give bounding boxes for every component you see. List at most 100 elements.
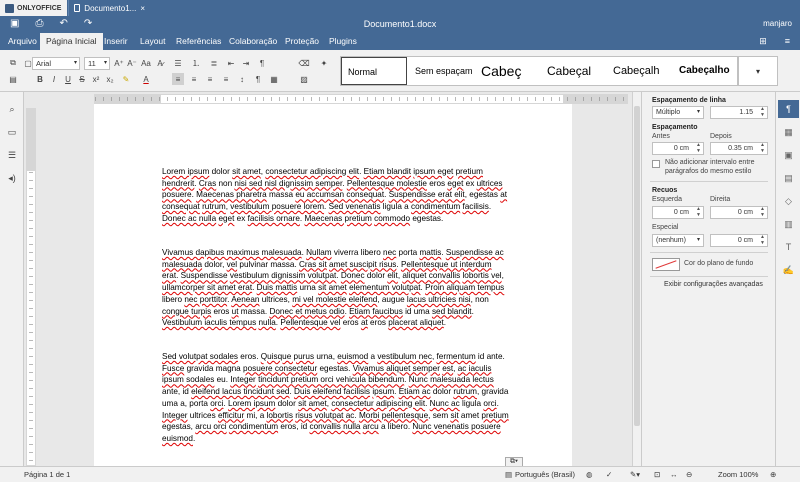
vertical-ruler[interactable]	[26, 108, 36, 466]
misspelled-word[interactable]: sit amet	[232, 167, 261, 176]
subscript-icon[interactable]: x₂	[104, 73, 116, 85]
tab-protecao[interactable]: Proteção	[285, 33, 319, 50]
style-heading-2[interactable]: Cabeçal	[541, 57, 607, 85]
misspelled-word[interactable]: Pellentesque molestie	[347, 179, 427, 188]
misspelled-word[interactable]: vel	[227, 260, 237, 269]
spinner-icon[interactable]: ▲ ▼	[760, 142, 765, 154]
misspelled-word[interactable]: nisi sed nisl dignissim semper	[234, 179, 342, 188]
navigation-icon[interactable]: ☰	[6, 150, 18, 162]
misspelled-word[interactable]: vestibulum dignissim volutpat	[230, 271, 337, 280]
misspelled-word[interactable]: eget	[218, 214, 234, 223]
italic-icon[interactable]: I	[48, 73, 60, 85]
strikethrough-icon[interactable]: S	[76, 73, 88, 85]
underline-icon[interactable]: U	[62, 73, 74, 85]
clear-style-icon[interactable]: A̷	[154, 57, 166, 69]
right-indent-input[interactable]: 0 cm ▲ ▼	[710, 206, 768, 219]
paste-options-button[interactable]: ⧉▾	[505, 457, 523, 466]
no-interval-checkbox[interactable]	[652, 160, 660, 168]
copy-style-icon[interactable]: ⌫	[298, 57, 310, 69]
font-size-select[interactable]: 11 ▾	[84, 57, 110, 70]
misspelled-word[interactable]: convallis nulla	[309, 422, 360, 431]
misspelled-word[interactable]: Aenean	[231, 295, 259, 304]
paragraph-3[interactable]: Sed volutpat sodales eros. Quisque purus…	[162, 351, 509, 445]
paragraph-settings-icon[interactable]: ¶	[778, 100, 799, 118]
misspelled-word[interactable]: Etiam ac	[399, 387, 431, 396]
misspelled-word[interactable]: ipsum eget	[413, 167, 453, 176]
misspelled-word[interactable]: Integer	[230, 375, 256, 384]
more-menu-icon[interactable]: ≡	[785, 36, 790, 47]
spinner-icon[interactable]: ▲ ▼	[760, 106, 765, 118]
table-settings-icon[interactable]: ▦	[782, 127, 795, 140]
misspelled-word[interactable]: condimentum	[229, 422, 278, 431]
misspelled-word[interactable]: aliquet convallis	[402, 271, 460, 280]
misspelled-word[interactable]: vestibulum posuere lorem	[230, 202, 324, 211]
feedback-icon[interactable]: ◂)	[6, 173, 18, 185]
chart-settings-icon[interactable]: ▥	[782, 219, 795, 232]
tab-layout[interactable]: Layout	[140, 33, 166, 50]
misspelled-word[interactable]: nec porttitor	[184, 295, 227, 304]
misspelled-word[interactable]: tincidunt pretium orci vehicula bibendum	[258, 375, 404, 384]
misspelled-word[interactable]: sit amet	[318, 283, 347, 292]
misspelled-word[interactable]: Vivamus dapibus maximus malesuada	[162, 248, 302, 257]
user-name[interactable]: manjaro	[763, 19, 792, 28]
misspelled-word[interactable]: Lorem ipsum	[162, 167, 209, 176]
misspelled-word[interactable]: risus volutpat ac	[295, 411, 354, 420]
misspelled-word[interactable]: Cras	[199, 179, 216, 188]
misspelled-word[interactable]: ullamcorper sit amet erat	[162, 283, 252, 292]
line-spacing-icon[interactable]: ↕	[236, 73, 248, 85]
misspelled-word[interactable]: ut	[232, 307, 239, 316]
paragraph-1[interactable]: Lorem ipsum dolor sit amet, consectetur …	[162, 166, 509, 225]
misspelled-word[interactable]: Morbi pellentesque	[359, 411, 428, 420]
misspelled-word[interactable]: Lorem ipsum	[228, 399, 275, 408]
header-footer-icon[interactable]: ▤	[782, 173, 795, 186]
tab-pagina-inicial[interactable]: Página Inicial	[40, 33, 103, 50]
nonprinting-characters-icon[interactable]: ¶	[256, 57, 268, 69]
misspelled-word[interactable]: lacus ultricies nisi	[407, 295, 471, 304]
misspelled-word[interactable]: arcu	[363, 422, 379, 431]
misspelled-word[interactable]: fermentum	[437, 352, 476, 361]
increase-font-icon[interactable]: A⁺	[113, 57, 125, 69]
advanced-settings-link[interactable]: Exibir configurações avançadas	[664, 281, 763, 288]
image-settings-icon[interactable]: ▣	[782, 150, 795, 163]
line-spacing-value-input[interactable]: 1.15 ▲ ▼	[710, 106, 768, 119]
misspelled-word[interactable]: mattis	[419, 248, 441, 257]
styles-more-button[interactable]: ▾	[738, 56, 778, 86]
before-input[interactable]: 0 cm ▲ ▼	[652, 142, 704, 155]
misspelled-word[interactable]: elementum volutpat	[349, 283, 420, 292]
tab-plugins[interactable]: Plugins	[329, 33, 357, 50]
align-center-icon[interactable]: ≡	[188, 73, 200, 85]
misspelled-word[interactable]: elit	[387, 271, 397, 280]
misspelled-word[interactable]: mi vel molestie eleifend	[292, 295, 377, 304]
spellcheck-icon[interactable]: ✓	[606, 470, 612, 479]
fit-width-icon[interactable]: ↔	[670, 470, 678, 479]
page-indicator[interactable]: Página 1 de 1	[24, 470, 70, 479]
misspelled-word[interactable]: commodo	[374, 214, 410, 223]
misspelled-word[interactable]: eget	[447, 179, 463, 188]
misspelled-word[interactable]: Cras sit	[299, 260, 327, 269]
textart-settings-icon[interactable]: T	[782, 242, 795, 255]
misspelled-word[interactable]: Suspendisse erat elit	[389, 190, 465, 199]
line-spacing-mode-select[interactable]: Múltiplo ▾	[652, 106, 704, 119]
document-language-icon[interactable]: ◍	[586, 470, 593, 479]
numbering-icon[interactable]: ⒈	[190, 57, 202, 69]
align-right-icon[interactable]: ≡	[204, 73, 216, 85]
misspelled-word[interactable]: Duis eleifend facilisis	[294, 387, 370, 396]
multilevel-list-icon[interactable]: ≣	[208, 57, 220, 69]
misspelled-word[interactable]: eu accumsan consequat	[295, 190, 384, 199]
highlight-icon[interactable]: ✎	[120, 73, 132, 85]
misspelled-word[interactable]: sit	[450, 411, 458, 420]
misspelled-word[interactable]: sit amet	[298, 399, 327, 408]
misspelled-word[interactable]: Donec et metus odio	[269, 307, 344, 316]
misspelled-word[interactable]: Suspendisse	[181, 271, 228, 280]
style-heading-4[interactable]: Cabeçalho	[673, 57, 737, 85]
document-scrollbar[interactable]	[632, 92, 641, 466]
bold-icon[interactable]: B	[34, 73, 46, 85]
misspelled-word[interactable]: Duis mattis	[257, 283, 298, 292]
misspelled-word[interactable]: placerat aliquet	[388, 318, 444, 327]
open-location-icon[interactable]: ⊞	[759, 36, 767, 47]
misspelled-word[interactable]: Etiam blandit	[364, 167, 411, 176]
misspelled-word[interactable]: Pellentesque vel	[280, 318, 340, 327]
clear-format-icon[interactable]: ✦	[318, 57, 330, 69]
misspelled-word[interactable]: facilisis ornare	[248, 214, 300, 223]
comments-icon[interactable]: ▭	[6, 127, 18, 139]
